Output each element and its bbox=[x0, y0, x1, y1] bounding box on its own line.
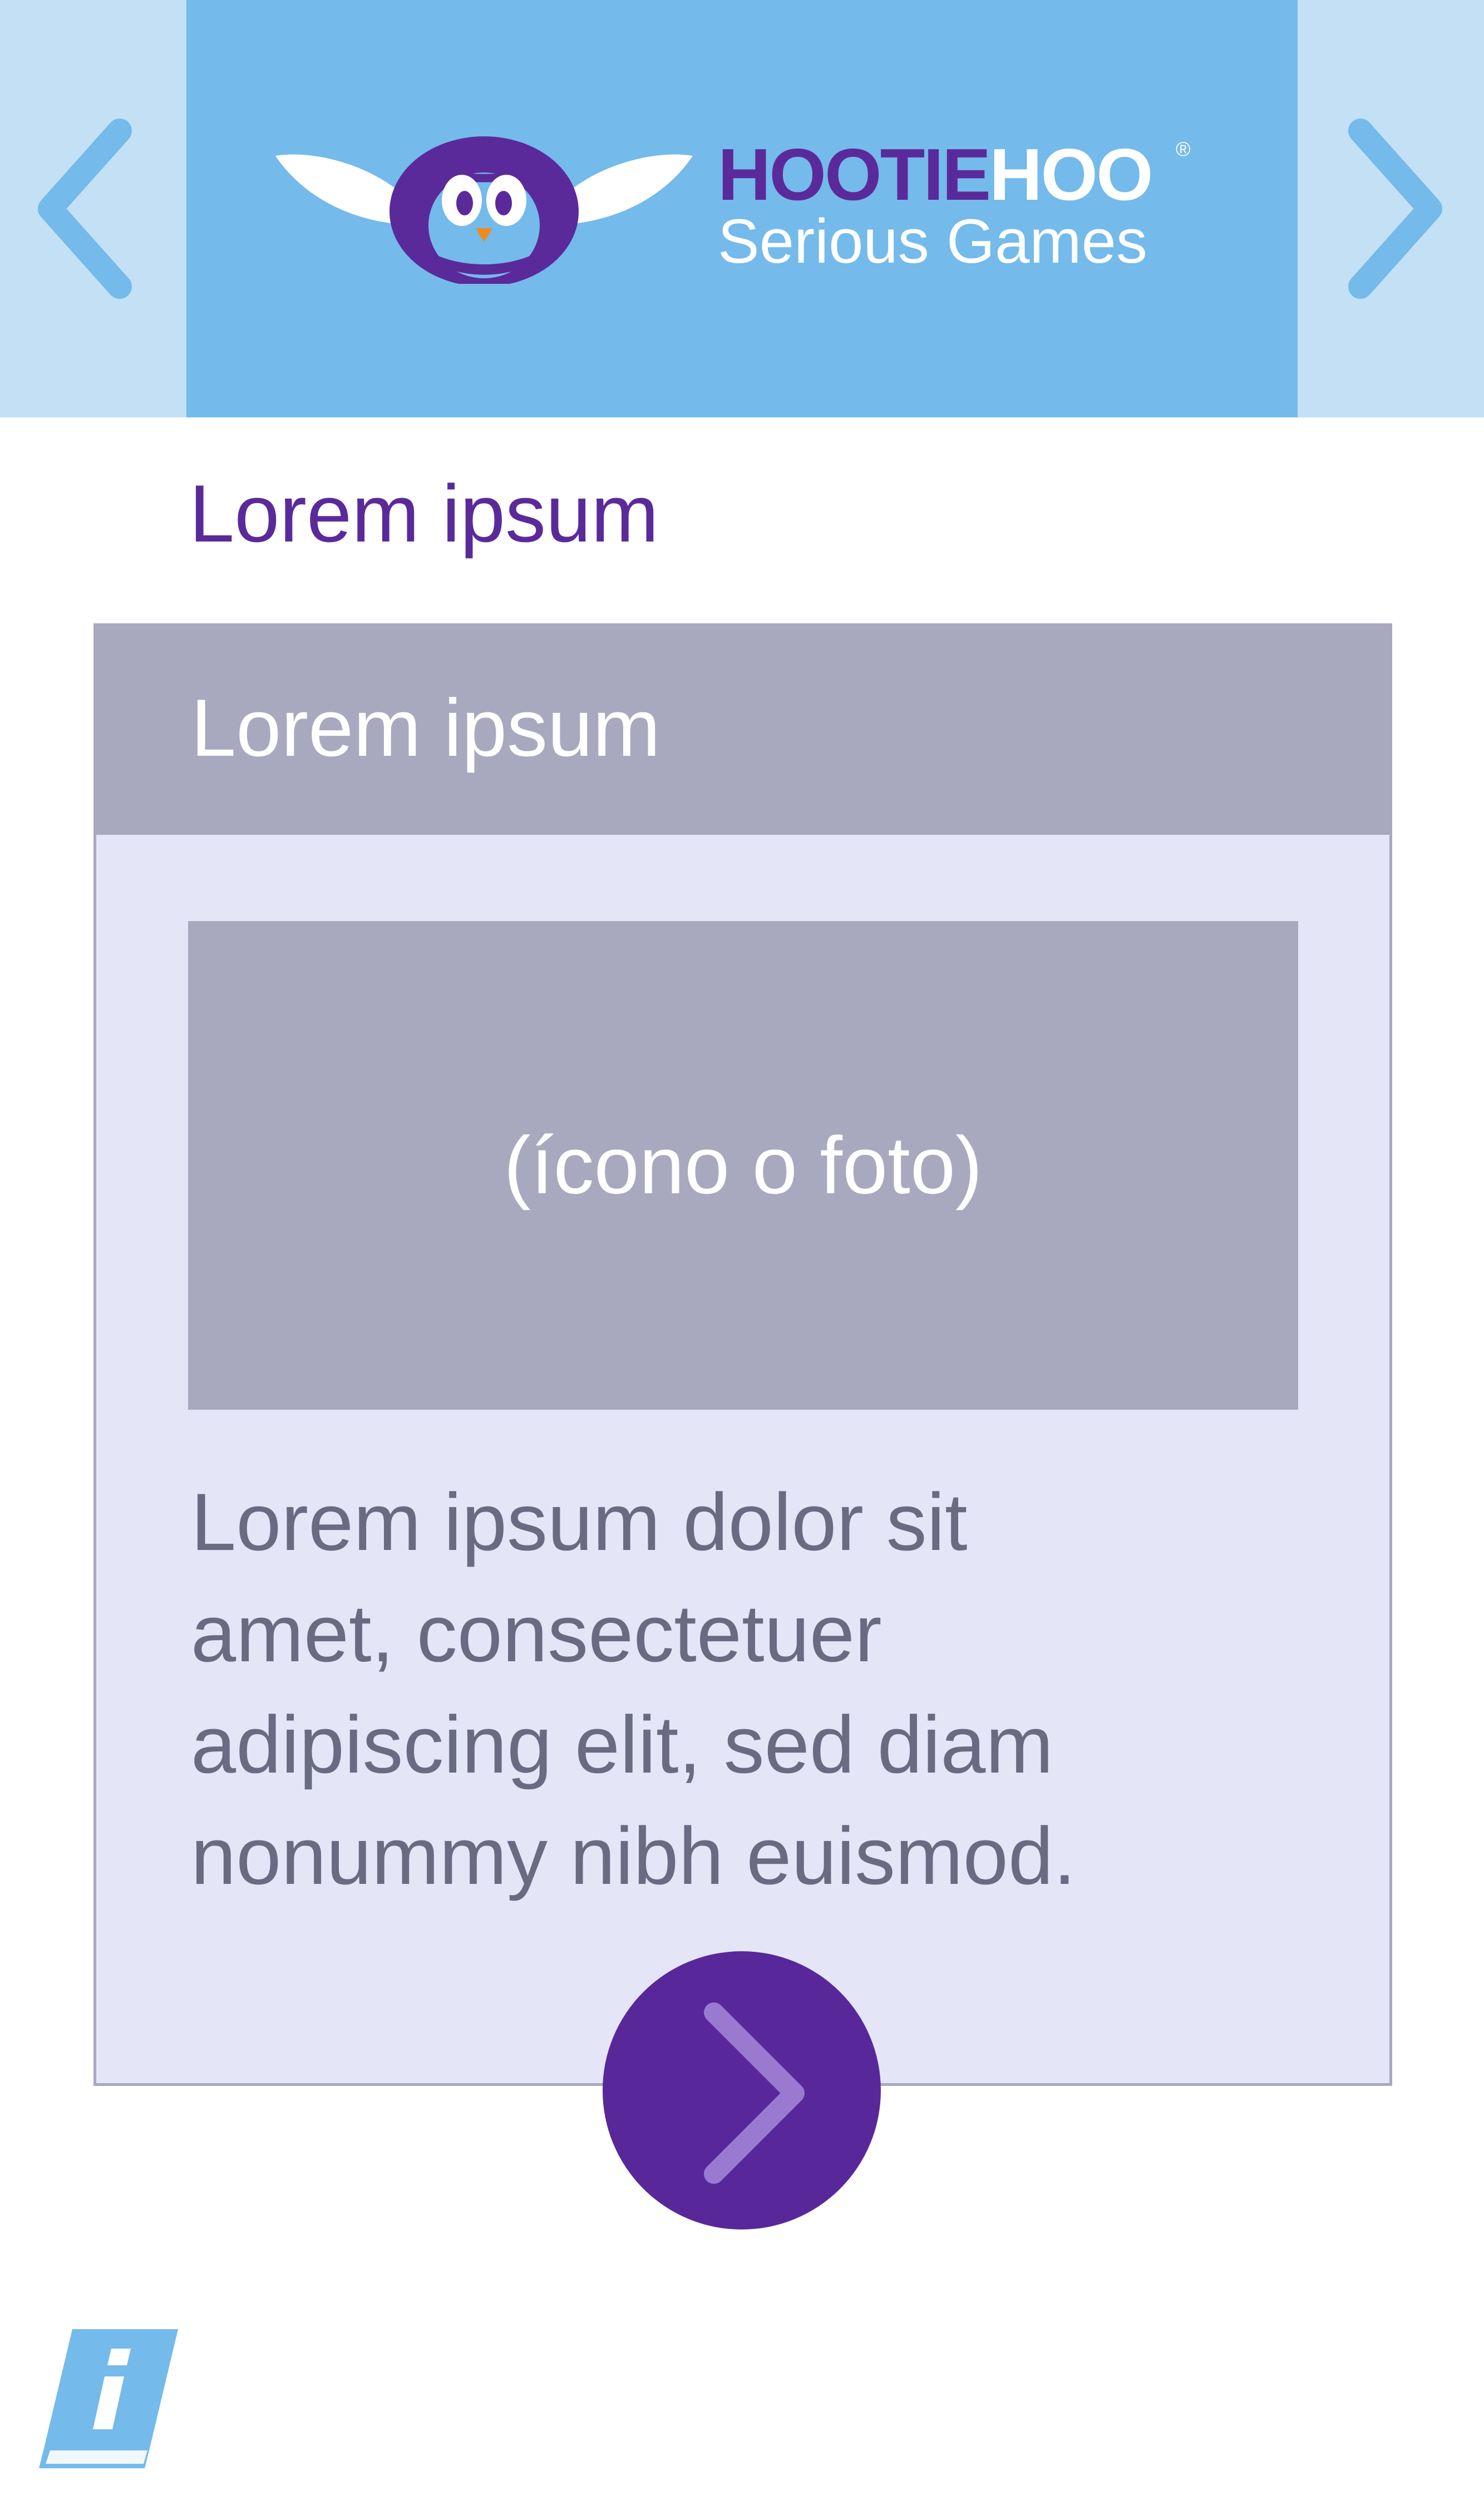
next-page-button[interactable] bbox=[1335, 114, 1447, 303]
header-bar: HOOTIEHOO ® Serious Games bbox=[0, 0, 1484, 417]
body-line: Lorem ipsum dolor sit bbox=[191, 1477, 968, 1567]
hootiehoo-logo: HOOTIEHOO ® Serious Games bbox=[275, 128, 1210, 284]
card-title: Lorem ipsum bbox=[191, 682, 660, 773]
chevron-left-icon bbox=[38, 119, 132, 299]
card-header: Lorem ipsum bbox=[96, 626, 1389, 835]
chevron-right-icon bbox=[704, 2002, 805, 2184]
continue-button[interactable] bbox=[603, 1951, 881, 2230]
body-line: nonummy nibh euismod. bbox=[191, 1810, 1076, 1901]
body-line: adipiscing elit, sed diam bbox=[191, 1699, 1054, 1790]
body-line: amet, consectetuer bbox=[191, 1588, 882, 1679]
brand-tagline: Serious Games bbox=[718, 206, 1147, 276]
media-placeholder: (ícono o foto) bbox=[188, 921, 1298, 1410]
info-book-icon bbox=[39, 2329, 178, 2468]
content-card: Lorem ipsum (ícono o foto) Lorem ipsum d… bbox=[93, 623, 1392, 2086]
registered-mark: ® bbox=[1176, 137, 1191, 160]
owl-icon bbox=[275, 128, 693, 284]
info-book-button[interactable] bbox=[33, 2329, 184, 2474]
card-body-text: Lorem ipsum dolor sit amet, consectetuer… bbox=[191, 1466, 1332, 1912]
media-placeholder-label: (ícono o foto) bbox=[504, 1120, 983, 1210]
page-title: Lorem ipsum bbox=[189, 468, 659, 559]
brand-name: HOOTIEHOO bbox=[718, 134, 1153, 215]
chevron-right-icon bbox=[1348, 119, 1442, 299]
previous-button[interactable] bbox=[33, 114, 145, 303]
